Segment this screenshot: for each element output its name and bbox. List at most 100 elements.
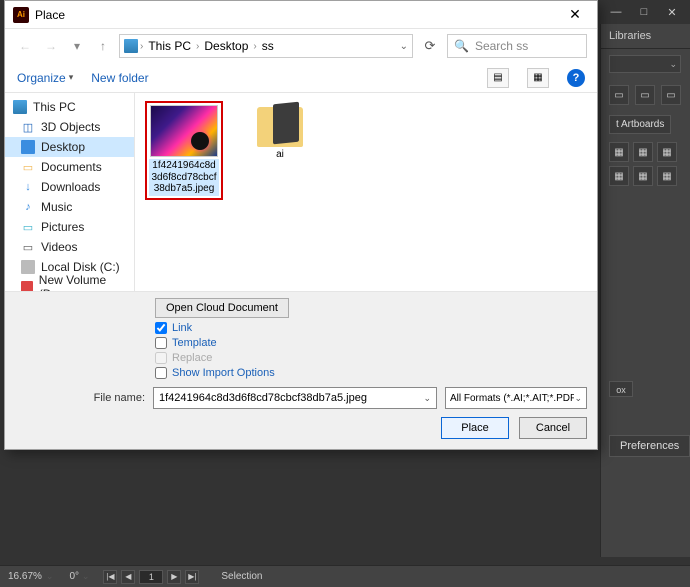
- music-icon: ♪: [21, 200, 35, 214]
- replace-checkbox-input: [155, 352, 167, 364]
- prev-icon[interactable]: ◀: [121, 570, 135, 584]
- artboard-number[interactable]: 1: [139, 570, 163, 584]
- address-bar[interactable]: › This PC › Desktop › ss ⌄: [119, 34, 413, 58]
- cancel-button[interactable]: Cancel: [519, 417, 587, 439]
- breadcrumb-sep: ›: [253, 41, 256, 52]
- link-checkbox[interactable]: Link: [155, 322, 587, 334]
- dialog-title: Place: [35, 8, 561, 22]
- place-button[interactable]: Place: [441, 417, 509, 439]
- sidebar-item-label: Documents: [41, 160, 102, 174]
- videos-icon: ▭: [21, 240, 35, 254]
- file-format-select[interactable]: All Formats (*.AI;*.AIT;*.PDF;*.D ⌄: [445, 387, 587, 409]
- template-checkbox-input[interactable]: [155, 337, 167, 349]
- selection-label: Selection: [205, 571, 278, 582]
- chevron-down-icon[interactable]: ⌄: [574, 393, 582, 404]
- format-value: All Formats (*.AI;*.AIT;*.PDF;*.D: [450, 393, 574, 404]
- toolbar: Organize ▾ New folder ▤ ▦ ?: [5, 63, 597, 93]
- view-mode-button-1[interactable]: ▤: [487, 68, 509, 88]
- artboards-button[interactable]: t Artboards: [609, 115, 671, 134]
- align-icon-2[interactable]: ▦: [633, 142, 653, 162]
- breadcrumb-desktop[interactable]: Desktop: [201, 39, 251, 53]
- dialog-buttons: Place Cancel: [15, 417, 587, 439]
- forward-button[interactable]: →: [41, 36, 61, 56]
- sidebar-item-pictures[interactable]: ▭ Pictures: [5, 217, 134, 237]
- show-import-options-checkbox[interactable]: Show Import Options: [155, 367, 587, 379]
- file-list[interactable]: 1f4241964c8d3d6f8cd78cbcf38db7a5.jpeg ai: [135, 93, 597, 291]
- sidebar-item-new-volume-d[interactable]: New Volume (D:: [5, 277, 134, 291]
- align-icon-1[interactable]: ▦: [609, 142, 629, 162]
- window-minimize-icon[interactable]: —: [604, 3, 628, 21]
- align-icon-6[interactable]: ▦: [657, 166, 677, 186]
- next-icon[interactable]: ▶: [167, 570, 181, 584]
- image-thumbnail: [150, 105, 218, 157]
- align-icon-4[interactable]: ▦: [609, 166, 629, 186]
- sidebar-item-label: This PC: [33, 100, 76, 114]
- sidebar-item-label: Desktop: [41, 140, 85, 154]
- search-input[interactable]: 🔍 Search ss: [447, 34, 587, 58]
- organize-label: Organize: [17, 71, 66, 85]
- panel-icon-b[interactable]: ▭: [635, 85, 655, 105]
- dialog-footer: Open Cloud Document Link Template Replac…: [5, 291, 597, 449]
- folder-tree-sidebar: This PC ◫3D Objects Desktop ▭ Documents ↓…: [5, 93, 135, 291]
- new-folder-button[interactable]: New folder: [91, 71, 148, 85]
- panel-icon-c[interactable]: ▭: [661, 85, 681, 105]
- recent-dropdown-icon[interactable]: ▾: [67, 36, 87, 56]
- window-close-icon[interactable]: ✕: [660, 3, 684, 21]
- sidebar-item-label: 3D Objects: [41, 120, 100, 134]
- zoom-value: 16.67%: [8, 571, 42, 582]
- breadcrumb-sep: ›: [196, 41, 199, 52]
- file-name-label: ai: [276, 149, 284, 160]
- volume-icon: [21, 281, 33, 291]
- filename-value: 1f4241964c8d3d6f8cd78cbcf38db7a5.jpeg: [159, 392, 367, 404]
- sidebar-item-label: Downloads: [41, 180, 100, 194]
- sidebar-item-downloads[interactable]: ↓Downloads: [5, 177, 134, 197]
- rotation-display[interactable]: 0° ⌄: [61, 571, 97, 582]
- template-checkbox[interactable]: Template: [155, 337, 587, 349]
- first-icon[interactable]: |◀: [103, 570, 117, 584]
- libraries-tab[interactable]: Libraries: [601, 24, 690, 49]
- file-item-ai-folder[interactable]: ai: [241, 101, 319, 160]
- ox-field[interactable]: ox: [609, 381, 633, 397]
- link-checkbox-input[interactable]: [155, 322, 167, 334]
- sidebar-item-label: Pictures: [41, 220, 84, 234]
- up-button[interactable]: ↑: [93, 36, 113, 56]
- panel-icon-a[interactable]: ▭: [609, 85, 629, 105]
- help-icon[interactable]: ?: [567, 69, 585, 87]
- breadcrumb-ss[interactable]: ss: [259, 39, 277, 53]
- chevron-down-icon[interactable]: ⌄: [423, 393, 431, 404]
- organize-button[interactable]: Organize ▾: [17, 71, 73, 85]
- sidebar-item-documents[interactable]: ▭ Documents: [5, 157, 134, 177]
- sidebar-item-desktop[interactable]: Desktop: [5, 137, 134, 157]
- window-maximize-icon[interactable]: □: [632, 3, 656, 21]
- align-icon-3[interactable]: ▦: [657, 142, 677, 162]
- filename-input[interactable]: 1f4241964c8d3d6f8cd78cbcf38db7a5.jpeg ⌄: [153, 387, 437, 409]
- pc-icon: [124, 39, 138, 53]
- search-icon: 🔍: [454, 39, 469, 53]
- chevron-down-icon: ⌄: [46, 571, 54, 582]
- checkbox-label: Show Import Options: [172, 367, 275, 379]
- refresh-button[interactable]: ⟳: [419, 35, 441, 57]
- preferences-button[interactable]: Preferences: [609, 435, 690, 457]
- show-import-checkbox-input[interactable]: [155, 367, 167, 379]
- close-icon[interactable]: ✕: [561, 4, 589, 26]
- address-dropdown-icon[interactable]: ⌄: [400, 41, 408, 52]
- sidebar-item-this-pc[interactable]: This PC: [5, 97, 134, 117]
- checkbox-label: Template: [172, 337, 217, 349]
- breadcrumb-this-pc[interactable]: This PC: [145, 39, 194, 53]
- sidebar-item-3d-objects[interactable]: ◫3D Objects: [5, 117, 134, 137]
- open-cloud-document-button[interactable]: Open Cloud Document: [155, 298, 289, 318]
- sidebar-item-videos[interactable]: ▭Videos: [5, 237, 134, 257]
- sidebar-item-music[interactable]: ♪Music: [5, 197, 134, 217]
- back-button[interactable]: ←: [15, 36, 35, 56]
- disk-icon: [21, 260, 35, 274]
- file-item-jpeg[interactable]: 1f4241964c8d3d6f8cd78cbcf38db7a5.jpeg: [145, 101, 223, 200]
- zoom-display[interactable]: 16.67% ⌄: [0, 571, 61, 582]
- documents-icon: ▭: [21, 160, 35, 174]
- right-dock-panel: Libraries ⌄ ▭ ▭ ▭ t Artboards ▦ ▦ ▦ ▦ ▦ …: [600, 24, 690, 557]
- view-mode-button-2[interactable]: ▦: [527, 68, 549, 88]
- align-icon-5[interactable]: ▦: [633, 166, 653, 186]
- panel-dropdown[interactable]: ⌄: [609, 55, 681, 73]
- import-options: Link Template Replace Show Import Option…: [155, 322, 587, 379]
- pictures-icon: ▭: [21, 220, 35, 234]
- last-icon[interactable]: ▶|: [185, 570, 199, 584]
